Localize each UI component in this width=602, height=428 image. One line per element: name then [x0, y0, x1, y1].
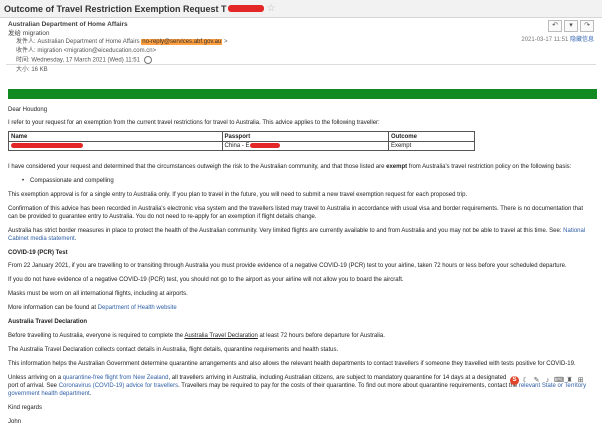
- confirmation-paragraph: Confirmation of this advice has been rec…: [8, 206, 583, 220]
- signoff: Kind regards: [8, 405, 43, 411]
- shirt-icon[interactable]: ♜: [565, 376, 574, 385]
- atd-paragraph-3: This information helps the Australian Go…: [8, 361, 576, 367]
- atd-paragraph-2: The Australia Travel Declaration collect…: [8, 347, 339, 353]
- outcome-cell: Exempt: [387, 141, 476, 151]
- bullet-item: Compassionate and compelling: [8, 177, 594, 185]
- clock-icon[interactable]: [143, 56, 152, 64]
- nav-buttons: ↶ ▾ ↷: [548, 20, 594, 32]
- border-paragraph: Australia has strict border measures in …: [8, 227, 594, 243]
- atd-p1-b: at least 72 hours before departure for A…: [257, 333, 385, 339]
- covid-advice-link[interactable]: Coronavirus (COVID-19) advice for travel…: [59, 383, 178, 389]
- from-tail: >: [222, 39, 228, 45]
- unless-a: Unless arriving on a: [8, 375, 63, 381]
- sogou-logo-icon[interactable]: S: [510, 376, 519, 385]
- green-banner: [8, 89, 597, 99]
- considered-a: I have considered your request and deter…: [8, 164, 387, 170]
- grid-icon[interactable]: ⊞: [576, 376, 585, 385]
- covid-paragraph-3: Masks must be worn on all international …: [8, 291, 188, 297]
- table-header: Name: [8, 131, 223, 142]
- size-row: 大小: 16 KB: [16, 66, 48, 73]
- border-a: Australia has strict border measures in …: [8, 228, 564, 234]
- time-value: 时间: Wednesday, 17 March 2021 (Wed) 11:51: [16, 57, 140, 64]
- star-icon[interactable]: ☆: [267, 3, 276, 14]
- unless-d: . Travellers may be required to pay for …: [178, 383, 519, 389]
- sender-name: Australian Department of Home Affairs: [8, 21, 128, 28]
- unless-e: .: [89, 391, 92, 397]
- ime-toolbar: S ☾ ✎ ♪ ⌨ ♜ ⊞: [510, 376, 585, 385]
- health-website-link[interactable]: Department of Health website: [98, 305, 177, 311]
- table-header: Passport: [221, 131, 389, 142]
- keyboard-icon[interactable]: ⌨: [554, 376, 564, 385]
- window-title-bar: Outcome of Travel Restriction Exemption …: [0, 0, 602, 18]
- nz-flight-link[interactable]: quarantine-free flight from New Zealand: [63, 375, 169, 381]
- from-email[interactable]: no-reply@services.abf.gov.au: [141, 39, 223, 45]
- unless-paragraph: Unless arriving on a quarantine-free fli…: [8, 374, 594, 398]
- email-body: Dear Houdong I refer to your request for…: [8, 106, 594, 426]
- exemption-paragraph: This exemption approval is for a single …: [8, 192, 468, 198]
- to-row: 收件人: migration <migration@eiceducation.c…: [16, 48, 157, 54]
- more-info-paragraph: More information can be found at Departm…: [8, 304, 594, 312]
- considered-paragraph: I have considered your request and deter…: [8, 163, 594, 171]
- covid-paragraph-1: From 22 January 2021, if you are travell…: [8, 263, 567, 269]
- subject-redaction: [227, 5, 264, 12]
- covid-paragraph-2: If you do not have evidence of a negativ…: [8, 277, 404, 283]
- covid-heading: COVID-19 (PCR) Test: [8, 250, 68, 256]
- passport-redaction: [249, 142, 280, 148]
- reply-icon[interactable]: ↶: [548, 20, 562, 32]
- border-b: .: [74, 236, 77, 242]
- time-row: 时间: Wednesday, 17 March 2021 (Wed) 11:51: [16, 56, 227, 66]
- unless-c: port of arrival. See: [8, 383, 59, 389]
- recipient-summary[interactable]: 发给 migration: [8, 29, 594, 38]
- email-meta: 发件人: Australian Department of Home Affai…: [16, 38, 227, 75]
- date-line: 2021-03-17 11:51 隐藏信息: [521, 34, 594, 43]
- exempt-word: exempt: [386, 164, 408, 170]
- atd-paragraph-1: Before travelling to Australia, everyone…: [8, 332, 594, 340]
- from-row: 发件人: Australian Department of Home Affai…: [16, 38, 227, 47]
- email-subject: Outcome of Travel Restriction Exemption …: [4, 3, 227, 14]
- passport-value: China - E: [224, 143, 250, 149]
- table-header: Outcome: [387, 131, 476, 142]
- more-dropdown-icon[interactable]: ▾: [564, 20, 578, 32]
- traveller-table: Name Passport Outcome China - E Exempt: [8, 131, 476, 151]
- name-cell: [8, 141, 223, 151]
- pen-icon[interactable]: ✎: [532, 376, 541, 385]
- unless-b: , all travellers arriving in Australia, …: [168, 375, 507, 381]
- greeting: Dear Houdong: [8, 107, 48, 113]
- signature: John: [8, 419, 22, 425]
- mic-icon[interactable]: ♪: [543, 376, 552, 385]
- name-redaction: [11, 142, 83, 148]
- considered-b: from Australia's travel restriction poli…: [407, 164, 572, 170]
- intro-paragraph: I refer to your request for an exemption…: [8, 120, 380, 126]
- more-info-a: More information can be found at: [8, 305, 98, 311]
- from-label: 发件人: Australian Department of Home Affai…: [16, 39, 142, 45]
- forward-icon[interactable]: ↷: [580, 20, 594, 32]
- table-row: China - E Exempt: [8, 141, 476, 151]
- atd-link[interactable]: Australia Travel Declaration: [184, 333, 257, 339]
- moon-icon[interactable]: ☾: [521, 376, 530, 385]
- email-header: Australian Department of Home Affairs 发给…: [0, 18, 602, 73]
- atd-heading: Australia Travel Declaration: [8, 319, 88, 325]
- passport-cell: China - E: [221, 141, 389, 151]
- email-date: 2021-03-17 11:51: [521, 37, 569, 43]
- atd-p1-a: Before travelling to Australia, everyone…: [8, 333, 185, 339]
- hide-details-link[interactable]: 隐藏信息: [570, 37, 594, 43]
